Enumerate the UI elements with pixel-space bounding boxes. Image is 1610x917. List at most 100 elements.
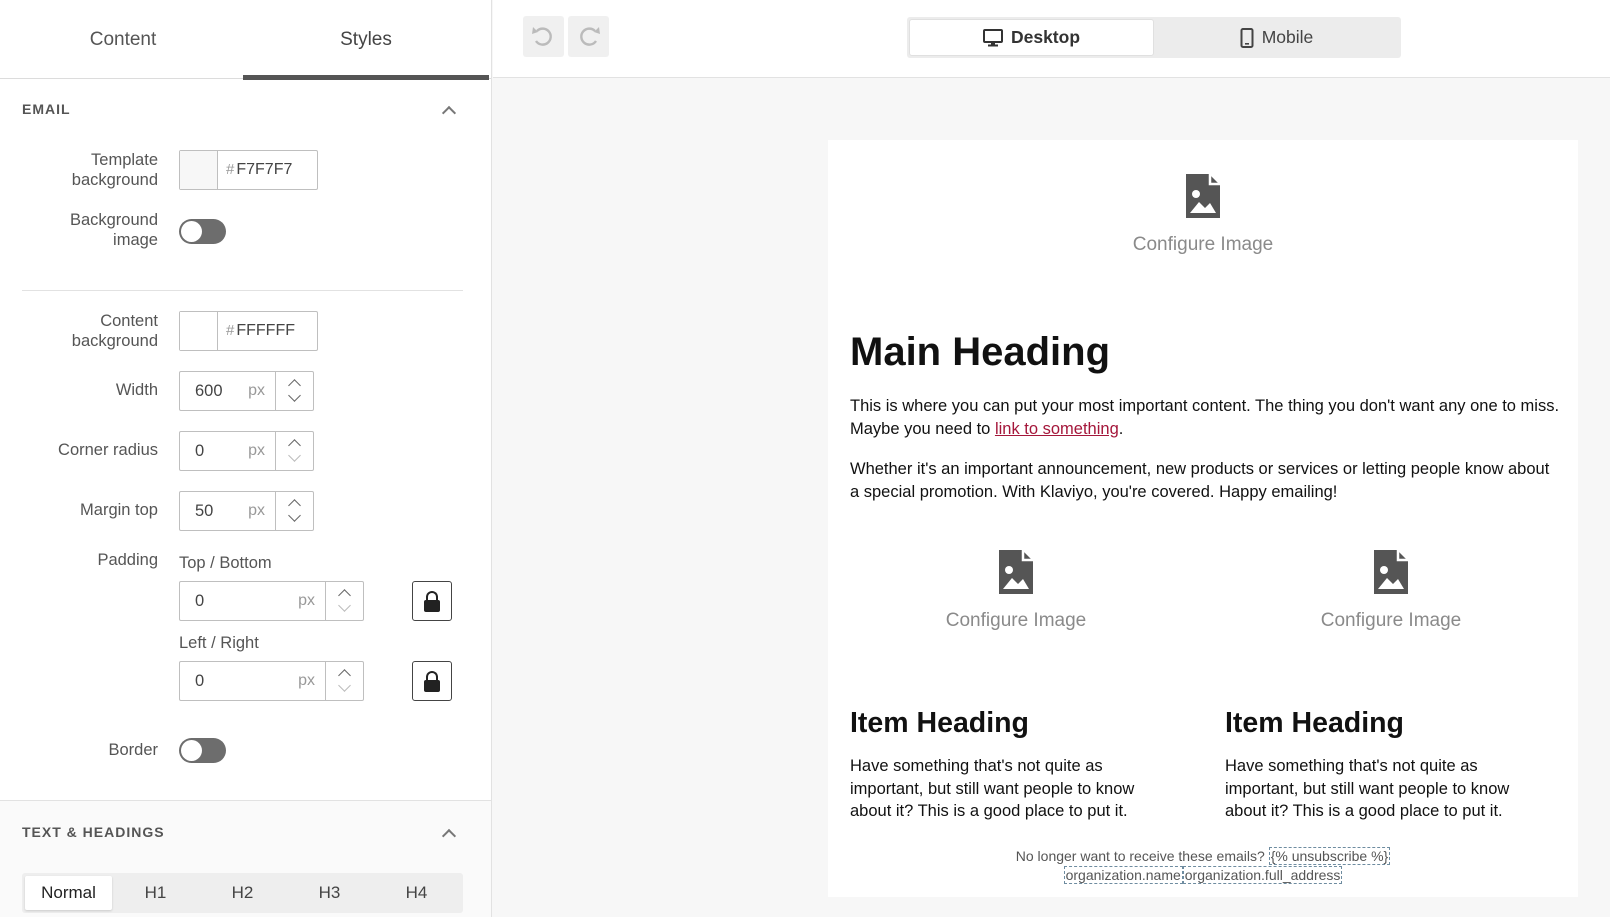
template-background-hex[interactable]: F7F7F7	[234, 151, 292, 189]
email-preview[interactable]: Configure Image Main Heading This is whe…	[828, 140, 1578, 897]
image-file-icon	[1186, 173, 1221, 218]
email-section-title: EMAIL	[22, 101, 71, 117]
content-paragraph-1[interactable]: This is where you can put your most impo…	[850, 395, 1560, 441]
template-background-field[interactable]: # F7F7F7	[179, 150, 318, 190]
margin-top-stepper[interactable]: 50 px	[179, 491, 314, 531]
tab-styles-label: Styles	[340, 28, 392, 50]
padding-left-right-stepper[interactable]: 0 px	[179, 661, 364, 701]
image-placeholder-top[interactable]: Configure Image	[1103, 172, 1303, 256]
content-background-hex[interactable]: FFFFFF	[234, 312, 295, 350]
panel-tabs: Content Styles	[0, 0, 491, 80]
configure-image-label: Configure Image	[1132, 234, 1274, 255]
heading-option-normal[interactable]: Normal	[25, 876, 112, 910]
decrement-icon[interactable]	[338, 679, 351, 692]
top-bottom-label: Top / Bottom	[179, 554, 272, 572]
heading-option-h2[interactable]: H2	[199, 876, 286, 910]
org-address-token[interactable]: organization.full_address	[1182, 866, 1343, 884]
background-image-label: Background image	[69, 211, 158, 249]
width-stepper[interactable]: 600 px	[179, 371, 314, 411]
heading-option-h1[interactable]: H1	[112, 876, 199, 910]
para1-end: .	[1118, 420, 1124, 438]
margin-top-unit: px	[248, 502, 265, 519]
email-footer-address[interactable]: organization.name organization.full_addre…	[828, 866, 1578, 884]
heading-option-h3[interactable]: H3	[286, 876, 373, 910]
background-image-toggle[interactable]	[179, 219, 226, 244]
mobile-view-button[interactable]: Mobile	[1154, 19, 1399, 56]
padding-top-bottom-value[interactable]: 0	[180, 582, 298, 620]
border-label: Border	[108, 741, 158, 759]
mobile-label: Mobile	[1261, 27, 1314, 47]
redo-button[interactable]	[568, 16, 609, 57]
padding-left-right-stepper-buttons[interactable]	[325, 662, 363, 700]
lock-icon-body	[424, 600, 440, 612]
tab-content[interactable]: Content	[0, 0, 246, 79]
mobile-icon	[1240, 27, 1254, 48]
heading-option-h4[interactable]: H4	[373, 876, 460, 910]
main-heading[interactable]: Main Heading	[850, 330, 1110, 375]
desktop-icon	[982, 28, 1003, 46]
tab-styles[interactable]: Styles	[243, 0, 489, 80]
unsubscribe-token[interactable]: {% unsubscribe %}	[1268, 847, 1391, 865]
margin-top-value[interactable]: 50	[180, 492, 248, 530]
left-right-label: Left / Right	[179, 634, 259, 652]
device-view-toggle: Desktop Mobile	[907, 17, 1401, 58]
configure-image-label: Configure Image	[945, 610, 1087, 631]
lock-left-right-button[interactable]	[412, 661, 452, 701]
template-background-swatch[interactable]	[180, 151, 218, 189]
template-background-label: Template background	[71, 151, 158, 189]
border-toggle[interactable]	[179, 738, 226, 763]
collapse-email-chevron-icon[interactable]	[442, 104, 454, 116]
corner-radius-value[interactable]: 0	[180, 432, 248, 470]
styles-panel: Content Styles EMAIL Template background…	[0, 0, 492, 917]
padding-top-bottom-stepper-buttons[interactable]	[325, 582, 363, 620]
org-name-token[interactable]: organization.name	[1063, 866, 1183, 884]
hash-symbol: #	[226, 161, 235, 178]
item-text-right[interactable]: Have something that's not quite as impor…	[1225, 755, 1555, 823]
width-stepper-buttons[interactable]	[275, 372, 313, 410]
decrement-icon[interactable]	[288, 509, 301, 522]
corner-radius-stepper[interactable]: 0 px	[179, 431, 314, 471]
footer-text: No longer want to receive these emails?	[1015, 848, 1265, 864]
item-heading-left[interactable]: Item Heading	[850, 707, 1029, 740]
redo-icon	[580, 27, 600, 46]
padding-top-bottom-unit: px	[298, 592, 315, 609]
email-footer[interactable]: No longer want to receive these emails? …	[828, 847, 1578, 865]
section-separator	[0, 800, 491, 801]
corner-radius-stepper-buttons[interactable]	[275, 432, 313, 470]
item-heading-right[interactable]: Item Heading	[1225, 707, 1404, 740]
content-background-field[interactable]: # FFFFFF	[179, 311, 318, 351]
image-placeholder-left[interactable]: Configure Image	[916, 548, 1116, 632]
configure-image-label: Configure Image	[1320, 610, 1462, 631]
image-placeholder-right[interactable]: Configure Image	[1291, 548, 1491, 632]
desktop-label: Desktop	[1010, 27, 1081, 47]
content-link[interactable]: link to something	[995, 420, 1119, 438]
content-background-swatch[interactable]	[180, 312, 218, 350]
margin-top-label: Margin top	[80, 501, 158, 519]
collapse-text-chevron-icon[interactable]	[442, 827, 454, 839]
width-label: Width	[115, 381, 158, 399]
padding-top-bottom-stepper[interactable]: 0 px	[179, 581, 364, 621]
tab-content-label: Content	[89, 28, 157, 50]
decrement-icon[interactable]	[338, 599, 351, 612]
margin-top-stepper-buttons[interactable]	[275, 492, 313, 530]
padding-label: Padding	[97, 551, 158, 569]
content-paragraph-2[interactable]: Whether it's an important announcement, …	[850, 458, 1560, 504]
undo-button[interactable]	[523, 16, 564, 57]
decrement-icon[interactable]	[288, 389, 301, 402]
item-text-left[interactable]: Have something that's not quite as impor…	[850, 755, 1180, 823]
undo-icon	[532, 27, 552, 46]
padding-left-right-unit: px	[298, 672, 315, 689]
padding-left-right-value[interactable]: 0	[180, 662, 298, 700]
decrement-icon[interactable]	[288, 449, 301, 462]
content-background-label: Content background	[71, 312, 158, 350]
image-file-icon	[999, 549, 1034, 594]
desktop-view-button[interactable]: Desktop	[909, 19, 1154, 56]
lock-top-bottom-button[interactable]	[412, 581, 452, 621]
heading-style-selector: Normal H1 H2 H3 H4	[22, 873, 463, 913]
corner-radius-unit: px	[248, 442, 265, 459]
section-divider	[22, 290, 463, 291]
image-file-icon	[1374, 549, 1409, 594]
corner-radius-label: Corner radius	[58, 441, 158, 459]
width-value[interactable]: 600	[180, 372, 248, 410]
text-headings-title: TEXT & HEADINGS	[22, 824, 165, 840]
